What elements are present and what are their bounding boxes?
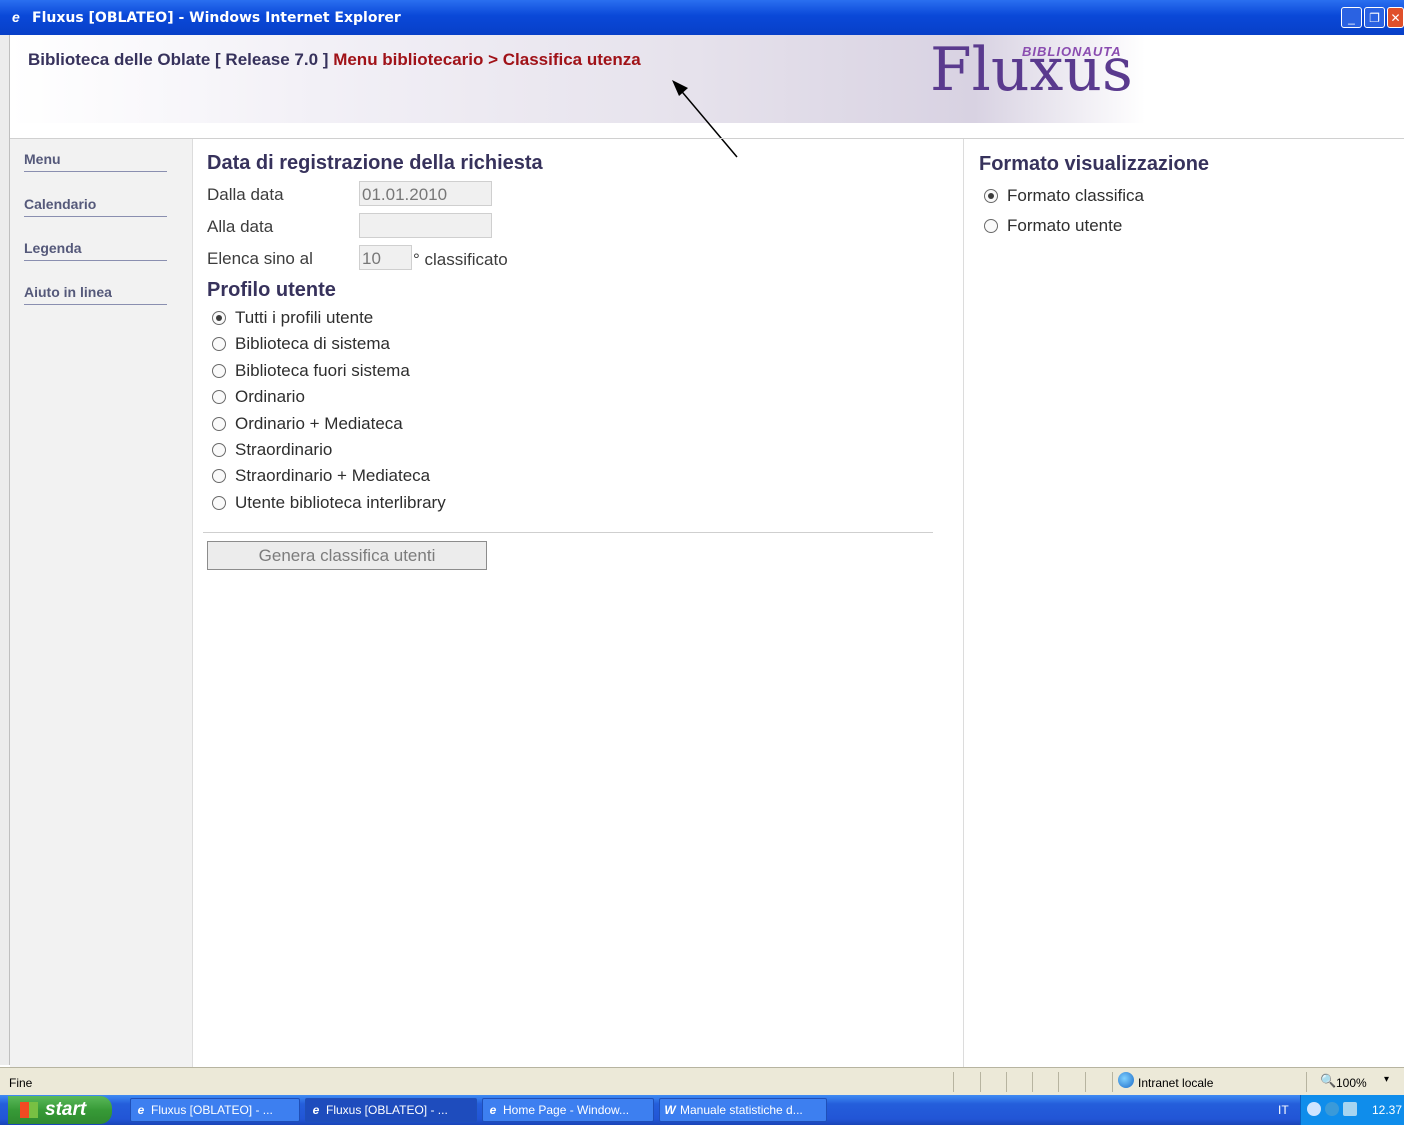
sidebar-item-aiuto[interactable]: Aiuto in linea <box>24 284 167 305</box>
form-divider <box>203 532 933 533</box>
radio-selected-icon[interactable] <box>212 311 226 325</box>
profile-option-tutti[interactable]: Tutti i profili utente <box>212 307 373 329</box>
zoom-magnifier-icon: 🔍 <box>1320 1073 1337 1088</box>
minimize-button[interactable]: _ <box>1341 7 1362 28</box>
profile-option-interlibrary[interactable]: Utente biblioteca interlibrary <box>212 492 446 514</box>
format-option-classifica[interactable]: Formato classifica <box>984 185 1144 207</box>
radio-label: Tutti i profili utente <box>235 308 374 327</box>
format-panel: Formato visualizzazione Formato classifi… <box>963 139 1404 1067</box>
start-label: start <box>45 1099 87 1120</box>
radio-selected-icon[interactable] <box>984 189 998 203</box>
status-separator <box>1058 1072 1059 1092</box>
sidebar: Menu Calendario Legenda Aiuto in linea <box>10 139 193 1067</box>
task-label: Home Page - Window... <box>503 1103 630 1117</box>
from-date-label: Dalla data <box>207 185 284 204</box>
profile-option-ordinario[interactable]: Ordinario <box>212 386 305 408</box>
restore-button[interactable]: ❐ <box>1364 7 1385 28</box>
radio-icon[interactable] <box>984 219 998 233</box>
volume-icon[interactable] <box>1343 1102 1357 1116</box>
task-label: Manuale statistiche d... <box>680 1103 803 1117</box>
registration-title: Data di registrazione della richiesta <box>207 152 543 174</box>
radio-label: Utente biblioteca interlibrary <box>235 493 446 512</box>
task-label: Fluxus [OBLATEO] - ... <box>151 1103 273 1117</box>
status-text: Fine <box>9 1076 33 1090</box>
zoom-level[interactable]: 100% <box>1336 1076 1367 1090</box>
status-separator <box>1032 1072 1033 1092</box>
tray-expand-icon[interactable] <box>1307 1102 1321 1116</box>
radio-icon[interactable] <box>212 469 226 483</box>
breadcrumb: Biblioteca delle Oblate [ Release 7.0 ] … <box>28 50 641 70</box>
radio-icon[interactable] <box>212 337 226 351</box>
radio-icon[interactable] <box>212 496 226 510</box>
limit-input[interactable]: 10 <box>359 245 412 270</box>
task-label: Fluxus [OBLATEO] - ... <box>326 1103 448 1117</box>
radio-label: Formato utente <box>1007 216 1123 235</box>
profile-option-biblioteca-fuori[interactable]: Biblioteca fuori sistema <box>212 360 410 382</box>
status-separator <box>953 1072 954 1092</box>
profile-title: Profilo utente <box>207 279 336 301</box>
limit-suffix: ° classificato <box>413 250 508 269</box>
ie-icon: e <box>489 1103 497 1117</box>
status-separator <box>980 1072 981 1092</box>
security-zone-label[interactable]: Intranet locale <box>1138 1076 1213 1090</box>
radio-icon[interactable] <box>212 417 226 431</box>
browser-statusbar: Fine Intranet locale 🔍 100% ▾ <box>0 1067 1404 1096</box>
window-title: Fluxus [OBLATEO] - Windows Internet Expl… <box>32 10 401 26</box>
radio-label: Straordinario <box>235 440 333 459</box>
start-button[interactable]: start <box>8 1096 112 1124</box>
limit-label: Elenca sino al <box>207 249 313 268</box>
chevron-down-icon[interactable]: ▾ <box>1384 1074 1389 1085</box>
sidebar-item-menu[interactable]: Menu <box>24 151 167 172</box>
radio-label: Biblioteca di sistema <box>235 334 390 353</box>
language-indicator[interactable]: IT <box>1278 1103 1289 1117</box>
fluxus-logo: Fluxus <box>930 35 1133 105</box>
radio-icon[interactable] <box>212 390 226 404</box>
intranet-zone-icon <box>1118 1072 1134 1088</box>
radio-label: Straordinario + Mediateca <box>235 466 431 485</box>
network-icon[interactable] <box>1325 1102 1339 1116</box>
status-separator <box>1112 1072 1113 1092</box>
status-separator <box>1085 1072 1086 1092</box>
ie-icon: e <box>137 1103 145 1117</box>
from-date-input[interactable]: 01.01.2010 <box>359 181 492 206</box>
sidebar-item-legenda[interactable]: Legenda <box>24 240 167 261</box>
radio-label: Ordinario + Mediateca <box>235 414 403 433</box>
sidebar-item-calendario[interactable]: Calendario <box>24 196 167 217</box>
main-panel: Data di registrazione della richiesta Da… <box>193 139 961 1067</box>
radio-label: Formato classifica <box>1007 186 1144 205</box>
profile-option-ordinario-mediateca[interactable]: Ordinario + Mediateca <box>212 413 403 435</box>
window-frame-left <box>0 35 10 1065</box>
breadcrumb-library: Biblioteca delle Oblate [ Release 7.0 ] <box>28 50 329 69</box>
taskbar-item-home-page[interactable]: e Home Page - Window... <box>482 1098 654 1122</box>
radio-icon[interactable] <box>212 443 226 457</box>
generate-ranking-button[interactable]: Genera classifica utenti <box>207 541 487 570</box>
taskbar-item-manuale[interactable]: W Manuale statistiche d... <box>659 1098 827 1122</box>
format-option-utente[interactable]: Formato utente <box>984 215 1122 237</box>
to-date-label: Alla data <box>207 217 274 236</box>
breadcrumb-menu-path[interactable]: Menu bibliotecario > Classifica utenza <box>333 50 641 69</box>
taskbar-item-fluxus-2[interactable]: e Fluxus [OBLATEO] - ... <box>305 1098 477 1122</box>
windows-flag-icon <box>20 1102 38 1118</box>
radio-label: Ordinario <box>235 387 305 406</box>
radio-icon[interactable] <box>212 364 226 378</box>
profile-option-straordinario[interactable]: Straordinario <box>212 439 332 461</box>
taskbar-item-fluxus-1[interactable]: e Fluxus [OBLATEO] - ... <box>130 1098 300 1122</box>
profile-option-straordinario-mediateca[interactable]: Straordinario + Mediateca <box>212 465 430 487</box>
window-titlebar: e Fluxus [OBLATEO] - Windows Internet Ex… <box>0 0 1404 35</box>
radio-label: Biblioteca fuori sistema <box>235 361 410 380</box>
to-date-input[interactable] <box>359 213 492 238</box>
windows-taskbar: start e Fluxus [OBLATEO] - ... e Fluxus [O… <box>0 1095 1404 1125</box>
ie-icon: e <box>312 1103 320 1117</box>
format-title: Formato visualizzazione <box>979 153 1210 175</box>
clock[interactable]: 12.37 <box>1372 1103 1402 1117</box>
status-separator <box>1006 1072 1007 1092</box>
close-button[interactable]: ✕ <box>1387 7 1404 28</box>
status-separator <box>1306 1072 1307 1092</box>
ie-logo-icon: e <box>12 9 20 25</box>
word-icon: W <box>664 1103 676 1117</box>
profile-option-biblioteca-sistema[interactable]: Biblioteca di sistema <box>212 333 390 355</box>
